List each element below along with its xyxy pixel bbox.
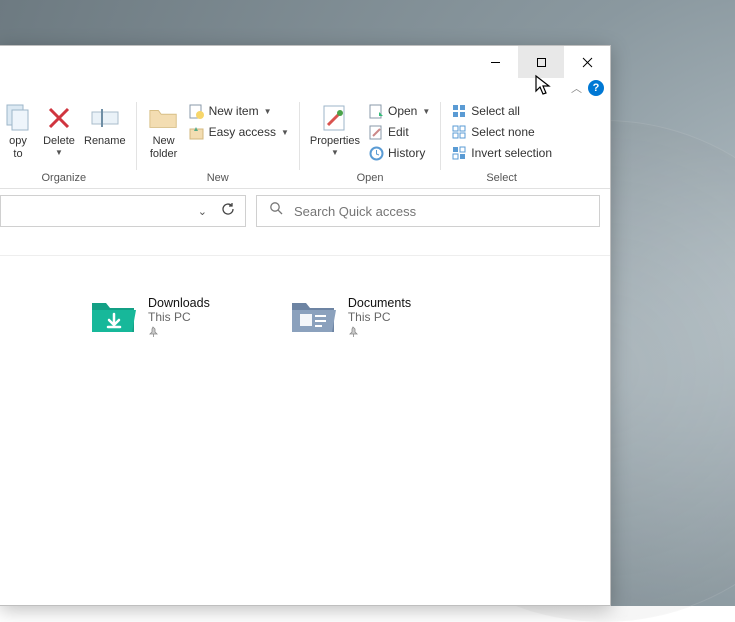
select-all-label: Select all [471,104,520,118]
refresh-icon[interactable] [221,202,235,221]
ribbon: opy to Delete ▼ Rename Organize [0,98,610,189]
close-button[interactable] [564,46,610,78]
search-box[interactable] [256,195,600,227]
downloads-folder-icon [90,296,138,336]
help-icon[interactable]: ? [588,80,604,96]
folder-downloads[interactable]: Downloads This PC [90,296,210,340]
documents-folder-icon [290,296,338,336]
titlebar [0,46,610,78]
group-select: Select all Select none Invert selection [441,98,562,188]
edit-label: Edit [388,125,409,139]
chevron-down-icon[interactable]: ⌄ [198,205,207,218]
select-none-button[interactable]: Select none [449,123,554,141]
downloads-name: Downloads [148,296,210,310]
group-open-label: Open [300,170,440,188]
downloads-location: This PC [148,310,210,324]
new-item-label: New item [209,104,259,118]
content-area: Downloads This PC Documents [0,255,610,340]
rename-label: Rename [84,135,126,148]
close-icon [582,57,593,68]
new-item-button[interactable]: New item ▼ [187,102,291,120]
select-none-icon [451,124,467,140]
select-none-label: Select none [471,125,534,139]
search-input[interactable] [294,204,587,219]
group-organize: opy to Delete ▼ Rename Organize [0,98,136,188]
copy-to-label: opy to [9,135,27,161]
copy-to-icon [2,102,34,134]
open-label: Open [388,104,417,118]
maximize-icon [536,57,547,68]
address-bar[interactable]: ⌄ [0,195,246,227]
rename-button[interactable]: Rename [80,100,130,150]
invert-selection-icon [451,145,467,161]
copy-to-button[interactable]: opy to [0,100,38,163]
easy-access-icon [189,124,205,140]
select-all-button[interactable]: Select all [449,102,554,120]
pin-icon [348,326,411,340]
new-item-icon [189,103,205,119]
new-folder-label: New folder [150,135,178,161]
nav-row: ⌄ [0,189,610,233]
delete-icon [43,102,75,134]
easy-access-label: Easy access [209,125,276,139]
history-icon [368,145,384,161]
delete-button[interactable]: Delete ▼ [38,100,80,159]
invert-selection-label: Invert selection [471,146,552,160]
edit-button[interactable]: Edit [366,123,432,141]
pin-icon [148,326,210,340]
folder-documents[interactable]: Documents This PC [290,296,411,340]
documents-name: Documents [348,296,411,310]
edit-icon [368,124,384,140]
minimize-icon [490,57,501,68]
properties-label: Properties [310,135,360,148]
new-folder-button[interactable]: New folder [143,100,185,163]
group-select-label: Select [441,170,562,188]
new-folder-icon [148,102,180,134]
delete-label: Delete [43,135,75,148]
invert-selection-button[interactable]: Invert selection [449,144,554,162]
group-organize-label: Organize [0,170,136,188]
group-new-label: New [137,170,299,188]
search-icon [269,201,284,221]
select-all-icon [451,103,467,119]
group-open: Properties ▼ Open ▼ E [300,98,440,188]
group-new: New folder New item ▼ Easy acce [137,98,299,188]
file-explorer-window: ︿ ? opy to Delete ▼ [0,45,611,606]
open-button[interactable]: Open ▼ [366,102,432,120]
history-button[interactable]: History [366,144,432,162]
properties-button[interactable]: Properties ▼ [306,100,364,159]
open-icon [368,103,384,119]
rename-icon [89,102,121,134]
history-label: History [388,146,425,160]
minimize-button[interactable] [472,46,518,78]
collapse-ribbon-icon[interactable]: ︿ [571,80,582,96]
easy-access-button[interactable]: Easy access ▼ [187,123,291,141]
maximize-button[interactable] [518,46,564,78]
documents-location: This PC [348,310,411,324]
properties-icon [319,102,351,134]
